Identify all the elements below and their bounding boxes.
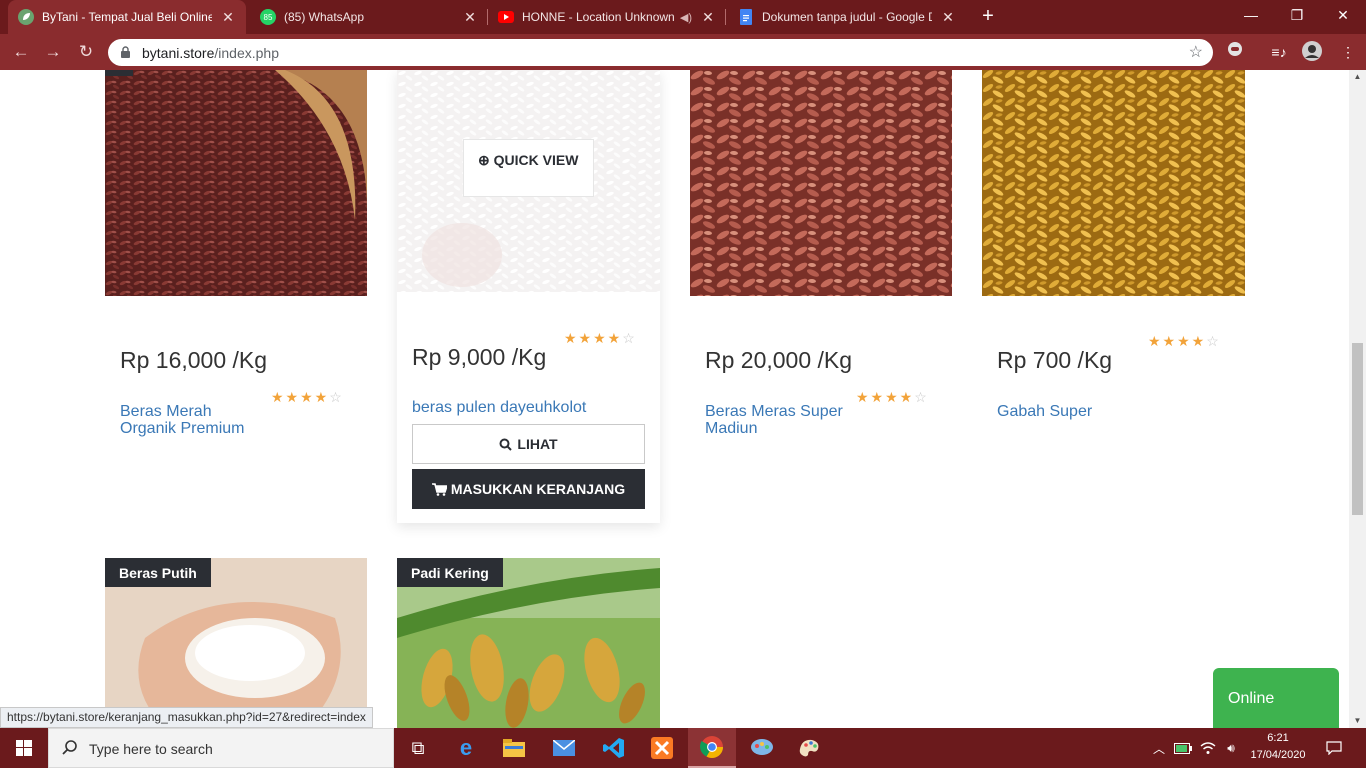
close-tab-icon[interactable]: ✕ xyxy=(220,9,236,26)
windows-logo-icon xyxy=(16,740,32,756)
start-button[interactable] xyxy=(0,728,48,768)
product-price: Rp 16,000 /Kg xyxy=(120,347,268,373)
scroll-up-arrow-icon[interactable]: ▲ xyxy=(1349,70,1366,84)
minimize-button[interactable]: — xyxy=(1228,0,1274,30)
whatsapp-icon: 85 xyxy=(260,9,276,25)
system-clock[interactable]: 6:21 17/04/2020 xyxy=(1242,730,1314,764)
notifications-icon[interactable] xyxy=(1318,728,1350,768)
online-chat-widget[interactable]: Online xyxy=(1213,668,1339,728)
page-viewport: Rp 16,000 /Kg ★★★★☆ Beras Merah Organik … xyxy=(0,70,1349,728)
url-path: /index.php xyxy=(214,45,279,61)
reload-icon[interactable]: ↻ xyxy=(74,40,98,64)
quick-view-button[interactable]: ⊕ QUICK VIEW xyxy=(463,139,594,197)
tab-google-docs[interactable]: Dokumen tanpa judul - Google D ✕ xyxy=(728,0,966,34)
vscode-icon[interactable] xyxy=(590,728,638,768)
product-name-link[interactable]: Beras Meras Super Madiun xyxy=(705,403,855,437)
clock-date: 17/04/2020 xyxy=(1250,749,1306,761)
chrome-icon[interactable] xyxy=(688,728,736,768)
product-image-padi-kering[interactable]: Padi Kering xyxy=(397,558,660,728)
search-placeholder: Type here to search xyxy=(89,741,213,757)
xampp-icon[interactable] xyxy=(638,728,686,768)
line-extension-icon[interactable] xyxy=(1223,40,1247,64)
media-control-icon[interactable]: ≡♪ xyxy=(1267,40,1291,64)
paint-icon[interactable] xyxy=(786,728,834,768)
add-to-cart-label: MASUKKAN KERANJANG xyxy=(450,481,626,497)
restore-button[interactable]: ❐ xyxy=(1274,0,1320,30)
profile-avatar-icon[interactable] xyxy=(1300,40,1324,64)
rating-stars: ★★★★☆ xyxy=(564,330,637,346)
product-name-link[interactable]: Beras Merah Organik Premium xyxy=(120,403,270,437)
lihat-button[interactable]: LIHAT xyxy=(412,424,645,464)
quick-view-label: QUICK VIEW xyxy=(493,152,579,168)
tab-strip: ByTani - Tempat Jual Beli Online P ✕ 85 … xyxy=(0,0,1366,34)
close-window-button[interactable]: ✕ xyxy=(1320,0,1366,30)
bookmark-star-icon[interactable]: ☆ xyxy=(1189,42,1203,62)
category-label xyxy=(105,70,133,76)
clock-time: 6:21 xyxy=(1267,732,1289,744)
new-tab-button[interactable]: + xyxy=(976,5,1000,29)
tab-title: HONNE - Location Unknown xyxy=(522,10,675,24)
tab-separator xyxy=(725,9,726,25)
product-image-beras-putih[interactable]: Beras Putih xyxy=(105,558,367,728)
tab-title: ByTani - Tempat Jual Beli Online P xyxy=(42,10,212,24)
close-tab-icon[interactable]: ✕ xyxy=(462,9,478,26)
cart-icon xyxy=(431,482,447,496)
browser-menu-icon[interactable]: ⋮ xyxy=(1336,40,1360,64)
rating-stars: ★★★★☆ xyxy=(856,389,929,405)
product-name-link[interactable]: Gabah Super xyxy=(997,403,1147,420)
scrollbar-thumb[interactable] xyxy=(1352,343,1363,515)
leaf-icon xyxy=(18,9,34,25)
product-image-gabah-super[interactable] xyxy=(982,70,1245,296)
product-price: Rp 20,000 /Kg xyxy=(705,347,853,373)
product-price: Rp 9,000 /Kg xyxy=(412,344,547,370)
category-label: Beras Putih xyxy=(105,558,211,587)
tab-title: Dokumen tanpa judul - Google D xyxy=(762,10,932,24)
url-text: bytani.store/index.php xyxy=(142,45,279,61)
mail-icon[interactable] xyxy=(540,728,588,768)
add-to-cart-button[interactable]: MASUKKAN KERANJANG xyxy=(412,469,645,509)
file-explorer-icon[interactable] xyxy=(490,728,538,768)
category-label: Padi Kering xyxy=(397,558,503,587)
link-status-bar: https://bytani.store/keranjang_masukkan.… xyxy=(0,707,373,728)
rating-stars: ★★★★☆ xyxy=(1148,333,1221,349)
tab-bytani[interactable]: ByTani - Tempat Jual Beli Online P ✕ xyxy=(8,0,246,34)
search-icon xyxy=(62,740,77,755)
product-name-link[interactable]: beras pulen dayeuhkolot xyxy=(412,399,642,416)
url-domain: bytani.store xyxy=(142,45,215,61)
product-price: Rp 700 /Kg xyxy=(997,347,1113,373)
task-view-icon[interactable]: ⧉ xyxy=(394,728,442,768)
tab-whatsapp[interactable]: 85 (85) WhatsApp ✕ xyxy=(250,0,488,34)
product-image-beras-meras-madiun[interactable] xyxy=(690,70,952,296)
close-tab-icon[interactable]: ✕ xyxy=(940,9,956,26)
forward-arrow-icon[interactable]: → xyxy=(41,40,65,64)
volume-icon[interactable]: 🔊︎ xyxy=(1220,728,1242,768)
rating-stars: ★★★★☆ xyxy=(271,389,344,405)
battery-icon[interactable] xyxy=(1172,728,1194,768)
edge-browser-icon[interactable]: e xyxy=(442,728,490,768)
address-bar[interactable]: bytani.store/index.php ☆ xyxy=(108,39,1213,66)
show-hidden-icons-chevron-icon[interactable]: ︿ xyxy=(1150,728,1168,768)
product-image-beras-merah[interactable] xyxy=(105,70,367,296)
zoom-in-icon: ⊕ xyxy=(478,152,490,168)
page-scrollbar[interactable]: ▲ ▼ xyxy=(1349,70,1366,728)
lock-icon xyxy=(121,46,130,58)
taskbar-search-box[interactable]: Type here to search xyxy=(48,728,394,768)
tab-title: (85) WhatsApp xyxy=(284,10,365,24)
wifi-icon[interactable] xyxy=(1197,728,1219,768)
google-docs-icon xyxy=(738,9,754,25)
paint-3d-icon[interactable] xyxy=(738,728,786,768)
speaker-icon: ◀) xyxy=(679,11,692,24)
windows-taskbar: Type here to search ⧉ e ︿ 🔊︎ 6:21 17/04/… xyxy=(0,728,1366,768)
tab-youtube[interactable]: HONNE - Location Unknown ◀) ✕ xyxy=(488,0,726,34)
youtube-icon xyxy=(498,9,514,25)
lihat-label: LIHAT xyxy=(517,436,558,452)
close-tab-icon[interactable]: ✕ xyxy=(700,9,716,26)
back-arrow-icon[interactable]: ← xyxy=(9,40,33,64)
scroll-down-arrow-icon[interactable]: ▼ xyxy=(1349,714,1366,728)
search-icon xyxy=(499,438,513,451)
